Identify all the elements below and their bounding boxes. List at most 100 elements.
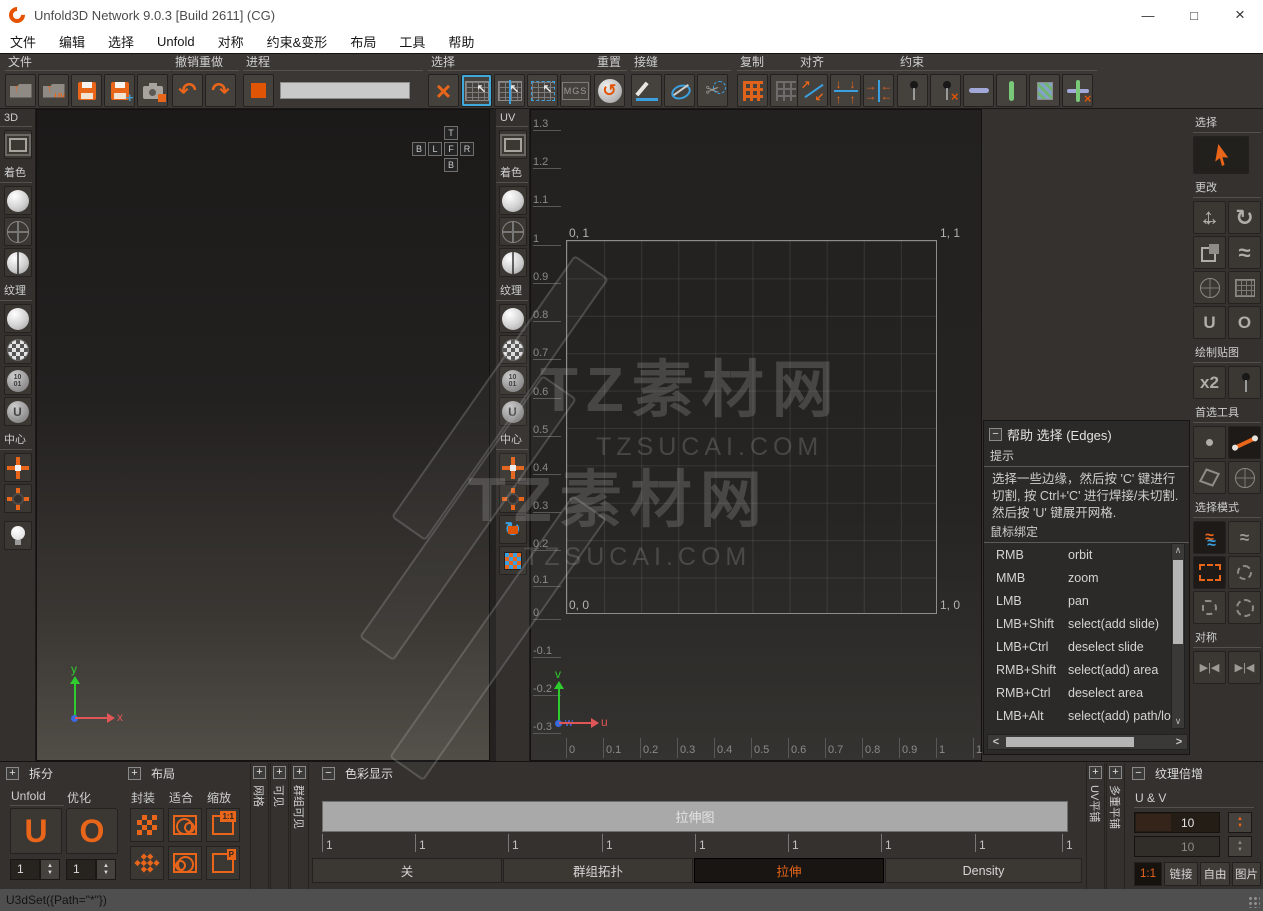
warp-grid-button[interactable] <box>1228 271 1261 304</box>
frame-uv-button[interactable] <box>498 130 527 159</box>
redo-button[interactable]: ↷ <box>205 74 236 107</box>
tab-fit[interactable]: 适合 <box>168 788 202 809</box>
maximize-button[interactable]: □ <box>1171 0 1217 30</box>
optimize-iterations-value[interactable]: 1 <box>66 859 96 880</box>
rotate-tool-button[interactable]: ↻ <box>1228 201 1261 234</box>
scale-pixel-button[interactable]: P <box>206 846 240 880</box>
remove-constraint-button[interactable]: × <box>1062 74 1093 107</box>
viewcube-top[interactable]: T <box>444 126 458 140</box>
tab-u-and-v[interactable]: U & V <box>1134 790 1254 808</box>
optimize-iterations-stepper[interactable]: 1 ▲ ▼ <box>66 859 116 880</box>
viewcube-front[interactable]: F <box>444 142 458 156</box>
tab-scale[interactable]: 缩放 <box>206 788 240 809</box>
shade-wire-3d-button[interactable] <box>3 217 32 246</box>
mode-rect-button[interactable] <box>1193 556 1226 589</box>
deform-tool-button[interactable]: ≈ <box>1228 236 1261 269</box>
pack-move-button[interactable] <box>130 846 164 880</box>
unpin-button[interactable]: × <box>930 74 961 107</box>
mgs-button[interactable]: MGS <box>560 74 591 107</box>
collapse-icon[interactable]: − <box>322 767 335 780</box>
viewport-3d[interactable]: T B L F R B y x <box>36 109 490 761</box>
save-button[interactable] <box>71 74 102 107</box>
scroll-right-icon[interactable]: > <box>1171 736 1187 748</box>
unfold-button[interactable]: U <box>10 808 62 854</box>
menu-constraints[interactable]: 约束&变形 <box>267 32 328 51</box>
stretch-map-bar[interactable]: 拉伸图 <box>322 801 1068 832</box>
shade-wire-uv-button[interactable] <box>498 217 527 246</box>
move-tool-button[interactable]: ↔ ↕ <box>1193 201 1226 234</box>
align-vertical-button[interactable]: → ← → ← <box>863 74 894 107</box>
point-tool-button[interactable] <box>1193 426 1226 459</box>
stepper-arrows[interactable]: ▲ ▼ <box>40 859 60 880</box>
vstrip-visible-label[interactable]: 可见 <box>271 785 287 807</box>
sphere-map-button[interactable] <box>1193 271 1226 304</box>
menu-select[interactable]: 选择 <box>108 32 134 51</box>
scale-one-to-one-button[interactable]: 1:1 <box>206 808 240 842</box>
expand-icon[interactable]: + <box>253 766 266 779</box>
expand-icon[interactable]: + <box>6 767 19 780</box>
fit-button[interactable] <box>168 808 202 842</box>
shade-shaded-wire-uv-button[interactable] <box>498 248 527 277</box>
align-horizontal-button[interactable]: ↓ ↓ ↑ ↑ <box>830 74 861 107</box>
menu-file[interactable]: 文件 <box>10 32 36 51</box>
select-tool-button[interactable] <box>1193 136 1249 174</box>
seam-brush-button[interactable] <box>631 74 662 107</box>
collapse-icon[interactable]: − <box>1132 767 1145 780</box>
copy-uvs-button[interactable] <box>737 74 768 107</box>
scroll-down-icon[interactable]: ∨ <box>1172 715 1184 728</box>
mode-arc-button[interactable]: ≈ <box>1228 521 1261 554</box>
viewport-uv[interactable]: 0, 1 1, 1 0, 0 1, 0 1.3 1.2 1.1 1 0.9 0.… <box>530 109 991 761</box>
lock-rotation-button[interactable]: ↻ <box>498 515 527 544</box>
scroll-left-icon[interactable]: < <box>988 736 1004 748</box>
frame-3d-button[interactable] <box>3 130 32 159</box>
deselect-all-button[interactable]: × <box>428 74 459 107</box>
scroll-up-icon[interactable]: ∧ <box>1172 544 1184 557</box>
x2-button[interactable]: x2 <box>1193 366 1226 399</box>
scale-tool-button[interactable] <box>1193 236 1226 269</box>
ratio-link-button[interactable]: 链接 <box>1164 862 1198 886</box>
ratio-image-button[interactable]: 图片 <box>1232 862 1261 886</box>
pin-button[interactable] <box>897 74 928 107</box>
tab-pack[interactable]: 封装 <box>130 788 164 809</box>
reset-button[interactable]: ↺ <box>594 74 625 107</box>
mode-circle-button[interactable] <box>1228 591 1261 624</box>
clamp-o-button[interactable]: O <box>1228 306 1261 339</box>
mirror-button[interactable]: ▶|◀ <box>1193 651 1226 684</box>
vstrip-multi-tile-label[interactable]: 多重平铺 <box>1107 785 1123 829</box>
vstrip-group-visible-label[interactable]: 群组可见 <box>291 785 307 829</box>
unfold-iterations-stepper[interactable]: 1 ▲ ▼ <box>10 859 60 880</box>
scrollbar-thumb[interactable] <box>1173 560 1183 644</box>
texture-u-stepper[interactable]: ▲ ▼ <box>1228 812 1252 833</box>
fit-circles-button[interactable] <box>168 846 202 880</box>
texture-checker-uv-button[interactable] <box>498 335 527 364</box>
polygon-tool-button[interactable] <box>1193 461 1226 494</box>
texture-none-uv-button[interactable] <box>498 304 527 333</box>
texture-u-uv-button[interactable]: U <box>498 397 527 426</box>
texture-checker-3d-button[interactable] <box>3 335 32 364</box>
undo-button[interactable]: ↶ <box>172 74 203 107</box>
mode-lasso-button[interactable] <box>1228 556 1261 589</box>
collapse-icon[interactable]: − <box>989 427 1002 441</box>
select-element-button[interactable]: ↖ <box>461 74 492 107</box>
viewcube-bottom[interactable]: B <box>444 158 458 172</box>
edge-tool-button[interactable] <box>1228 426 1261 459</box>
screenshot-button[interactable] <box>137 74 168 107</box>
expand-icon[interactable]: + <box>128 767 141 780</box>
minimize-button[interactable]: — <box>1125 0 1171 30</box>
checker-tile-button[interactable] <box>498 546 527 575</box>
texture-binary-uv-button[interactable]: 10 01 <box>498 366 527 395</box>
vstrip-uv-tile-label[interactable]: UV平铺 <box>1087 785 1103 822</box>
mode-path-button[interactable] <box>1193 591 1226 624</box>
color-mode-topology-button[interactable]: 群组拓扑 <box>503 858 693 883</box>
light-button[interactable] <box>3 521 32 550</box>
unfold-iterations-value[interactable]: 1 <box>10 859 40 880</box>
color-mode-stretch-button[interactable]: 拉伸 <box>694 858 884 883</box>
align-diagonal-button[interactable]: ↗ ↙ <box>797 74 828 107</box>
viewcube-left[interactable]: L <box>428 142 442 156</box>
center-selection-uv-button[interactable] <box>498 453 527 482</box>
center-selection-3d-button[interactable] <box>3 453 32 482</box>
clamp-u-button[interactable]: U <box>1193 306 1226 339</box>
menu-symmetry[interactable]: 对称 <box>218 32 244 51</box>
menu-tools[interactable]: 工具 <box>399 32 425 51</box>
menu-unfold[interactable]: Unfold <box>157 34 195 49</box>
